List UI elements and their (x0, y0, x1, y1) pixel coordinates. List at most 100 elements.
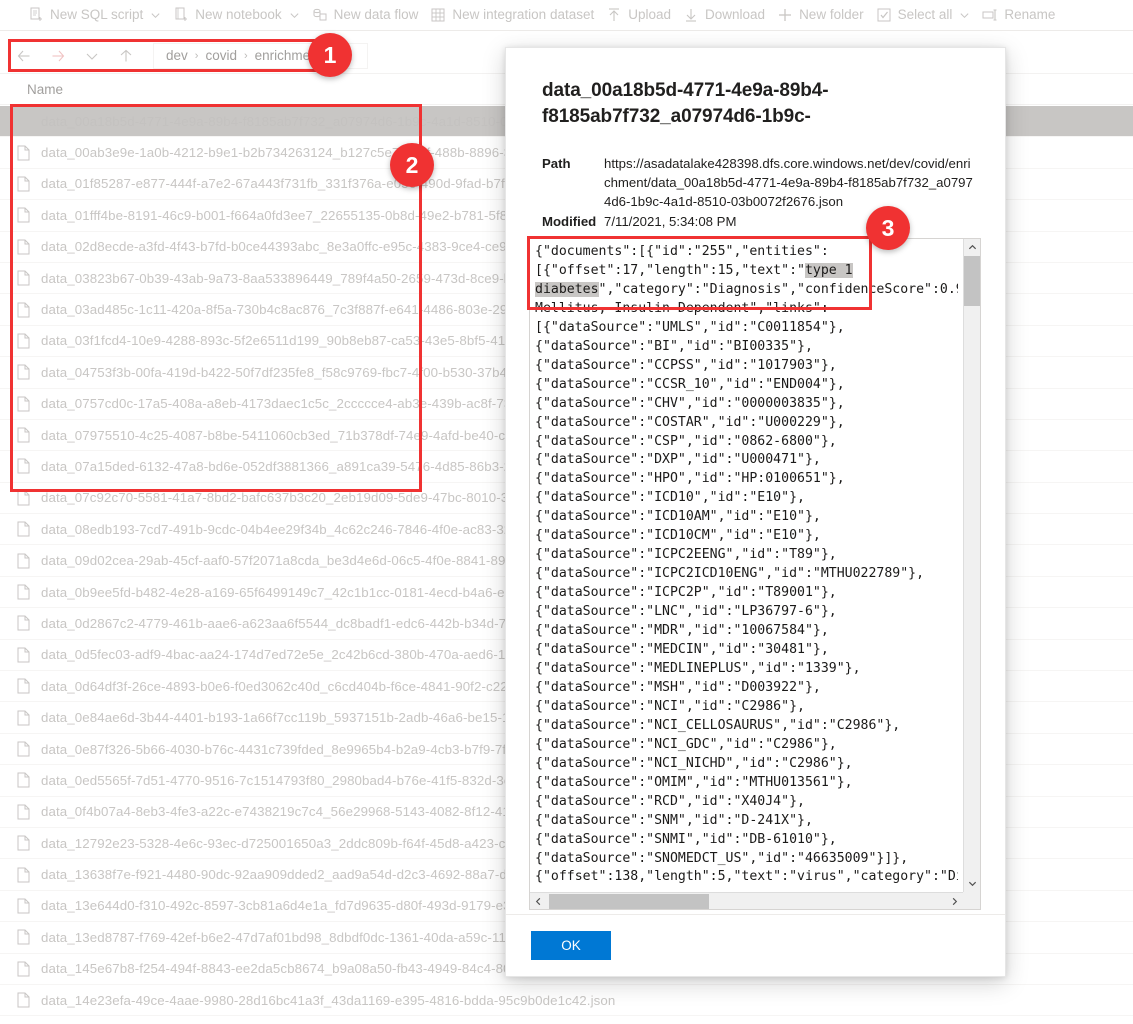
breadcrumb-item-dev[interactable]: dev (162, 48, 192, 63)
horizontal-scrollbar-thumb[interactable] (549, 894, 709, 909)
modified-row: Modified 7/11/2021, 5:34:08 PM (542, 212, 975, 231)
chevron-left-icon (534, 897, 543, 906)
chevron-down-icon[interactable] (289, 10, 300, 21)
select-all-button[interactable]: Select all (870, 0, 977, 31)
file-icon (17, 207, 30, 223)
file-icon (17, 458, 30, 474)
new-sql-script-label: New SQL script (50, 8, 143, 22)
file-icon (17, 333, 30, 349)
json-text-before: {"documents":[{"id":"255","entities": [{… (535, 244, 829, 278)
breadcrumb-separator: › (241, 50, 251, 62)
new-notebook-label: New notebook (195, 8, 281, 22)
file-icon (17, 364, 30, 380)
new-sql-script-button[interactable]: New SQL script (22, 0, 167, 31)
file-icon (17, 176, 30, 192)
new-integration-dataset-label: New integration dataset (452, 8, 594, 22)
arrow-right-icon[interactable] (50, 48, 66, 64)
file-icon (17, 490, 30, 506)
file-icon (17, 772, 30, 788)
file-icon (17, 647, 30, 663)
path-label: Path (542, 154, 598, 211)
data-flow-icon (312, 7, 328, 23)
chevron-right-icon (950, 897, 959, 906)
file-icon (17, 270, 30, 286)
file-icon (17, 584, 30, 600)
sql-script-icon (28, 7, 44, 23)
download-label: Download (705, 8, 765, 22)
annotation-marker-1: 1 (308, 33, 352, 77)
path-value: https://asadatalake428398.dfs.core.windo… (598, 154, 975, 211)
vertical-scrollbar-thumb[interactable] (964, 256, 981, 306)
file-icon (17, 521, 30, 537)
rename-label: Rename (1004, 8, 1055, 22)
upload-button[interactable]: Upload (600, 0, 677, 31)
path-row: Path https://asadatalake428398.dfs.core.… (542, 154, 975, 211)
modified-label: Modified (542, 212, 598, 231)
new-data-flow-label: New data flow (334, 8, 419, 22)
file-name: data_14e23efa-49ce-4aae-9980-28d16bc41a3… (41, 993, 615, 1008)
breadcrumb-separator: › (192, 50, 202, 62)
file-icon (17, 427, 30, 443)
file-row[interactable]: data_14e23efa-49ce-4aae-9980-28d16bc41a3… (0, 985, 1133, 1016)
arrow-left-icon[interactable] (16, 48, 32, 64)
chevron-up-icon (968, 243, 977, 252)
file-icon (17, 929, 30, 945)
chevron-down-icon (968, 879, 977, 888)
scroll-left-button[interactable] (530, 893, 547, 910)
json-text-after: ","category":"Diagnosis","confidenceScor… (535, 282, 958, 889)
scroll-right-button[interactable] (946, 893, 963, 910)
chevron-down-icon[interactable] (959, 10, 970, 21)
file-icon (17, 741, 30, 757)
file-icon (17, 804, 30, 820)
file-icon (17, 678, 30, 694)
dialog-title: data_00a18b5d-4771-4e9a-89b4-f8185ab7f73… (506, 48, 1005, 130)
download-button[interactable]: Download (677, 0, 771, 31)
dialog-footer: OK (506, 914, 1005, 976)
new-data-flow-button[interactable]: New data flow (306, 0, 425, 31)
upload-label: Upload (628, 8, 671, 22)
annotation-marker-2: 2 (390, 143, 434, 187)
scrollbar-corner (963, 892, 980, 909)
chevron-down-icon[interactable] (84, 48, 100, 64)
column-header-name[interactable]: Name (0, 82, 63, 97)
file-icon (17, 113, 30, 129)
scroll-up-button[interactable] (964, 239, 981, 256)
new-folder-label: New folder (799, 8, 864, 22)
new-integration-dataset-button[interactable]: New integration dataset (424, 0, 600, 31)
json-preview-text[interactable]: {"documents":[{"id":"255","entities": [{… (530, 239, 958, 889)
new-folder-button[interactable]: New folder (771, 0, 870, 31)
file-icon (17, 396, 30, 412)
integration-dataset-icon (430, 7, 446, 23)
ok-button[interactable]: OK (531, 931, 611, 960)
file-icon (17, 145, 30, 161)
json-preview-panel[interactable]: {"documents":[{"id":"255","entities": [{… (529, 238, 981, 910)
file-icon (17, 553, 30, 569)
file-icon (17, 302, 30, 318)
file-icon (17, 961, 30, 977)
rename-button[interactable]: Rename (976, 0, 1061, 31)
select-all-label: Select all (898, 8, 953, 22)
horizontal-scrollbar[interactable] (530, 892, 963, 909)
file-icon (17, 835, 30, 851)
file-icon (17, 898, 30, 914)
modified-value: 7/11/2021, 5:34:08 PM (598, 212, 975, 231)
arrow-up-icon[interactable] (118, 48, 134, 64)
new-folder-icon (777, 7, 793, 23)
file-icon (17, 710, 30, 726)
vertical-scrollbar[interactable] (963, 239, 980, 892)
breadcrumb-item-covid[interactable]: covid (201, 48, 241, 63)
file-icon (17, 992, 30, 1008)
notebook-icon (173, 7, 189, 23)
new-notebook-button[interactable]: New notebook (167, 0, 305, 31)
download-icon (683, 7, 699, 23)
file-icon (17, 615, 30, 631)
scroll-down-button[interactable] (964, 875, 981, 892)
annotation-marker-3: 3 (866, 206, 910, 250)
select-all-icon (876, 7, 892, 23)
rename-icon (982, 7, 998, 23)
upload-icon (606, 7, 622, 23)
file-icon (17, 239, 30, 255)
chevron-down-icon[interactable] (150, 10, 161, 21)
command-toolbar: New SQL script New notebook N (0, 0, 1133, 31)
app-root: New SQL script New notebook N (0, 0, 1133, 1024)
